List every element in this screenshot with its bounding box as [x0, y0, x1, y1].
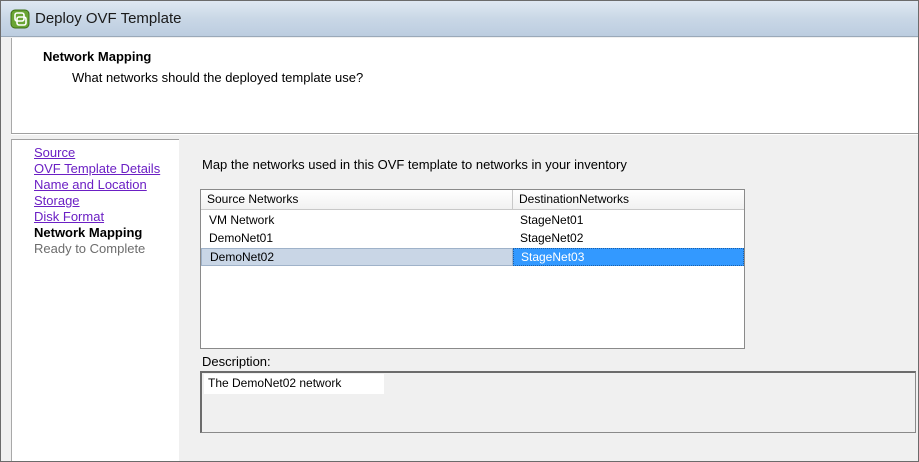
main-panel: Map the networks used in this OVF templa…: [180, 139, 918, 461]
table-row[interactable]: DemoNet01 StageNet02: [201, 229, 744, 247]
nav-step-disk-format[interactable]: Disk Format: [34, 209, 104, 225]
title-bar[interactable]: Deploy OVF Template: [1, 1, 918, 37]
nav-step-network-mapping: Network Mapping: [34, 225, 143, 240]
table-header: Source Networks DestinationNetworks: [201, 190, 744, 210]
page-title: Network Mapping: [43, 49, 152, 64]
destination-network-cell[interactable]: StageNet01: [513, 211, 744, 229]
nav-step-name-and-location[interactable]: Name and Location: [34, 177, 147, 193]
table-row[interactable]: VM Network StageNet01: [201, 211, 744, 229]
description-text: The DemoNet02 network: [204, 374, 384, 394]
nav-step-storage[interactable]: Storage: [34, 193, 80, 209]
window-title: Deploy OVF Template: [35, 10, 182, 27]
network-mapping-table[interactable]: Source Networks DestinationNetworks VM N…: [200, 189, 745, 349]
wizard-header: Network Mapping What networks should the…: [11, 38, 918, 133]
page-subtitle: What networks should the deployed templa…: [72, 70, 364, 85]
deploy-ovf-template-window: Deploy OVF Template Network Mapping What…: [0, 0, 919, 462]
nav-step-ovf-template-details[interactable]: OVF Template Details: [34, 161, 160, 177]
nav-step-source[interactable]: Source: [34, 145, 75, 161]
nav-step-ready-to-complete: Ready to Complete: [34, 241, 146, 256]
wizard-step-nav: Source OVF Template Details Name and Loc…: [11, 139, 179, 461]
destination-network-cell[interactable]: StageNet02: [513, 229, 744, 247]
source-network-cell[interactable]: DemoNet01: [201, 229, 513, 247]
source-network-cell[interactable]: VM Network: [201, 211, 513, 229]
vsphere-app-icon: [10, 9, 30, 29]
table-row-selected[interactable]: DemoNet02 StageNet03: [201, 248, 744, 266]
column-header-destination-networks[interactable]: DestinationNetworks: [513, 190, 744, 209]
header-divider: [11, 133, 918, 135]
description-label: Description:: [202, 354, 271, 369]
destination-network-dropdown[interactable]: StageNet03: [513, 248, 744, 266]
instructions-text: Map the networks used in this OVF templa…: [202, 157, 627, 172]
description-box: The DemoNet02 network: [200, 371, 916, 433]
column-header-source-networks[interactable]: Source Networks: [201, 190, 513, 209]
source-network-cell[interactable]: DemoNet02: [201, 248, 513, 266]
